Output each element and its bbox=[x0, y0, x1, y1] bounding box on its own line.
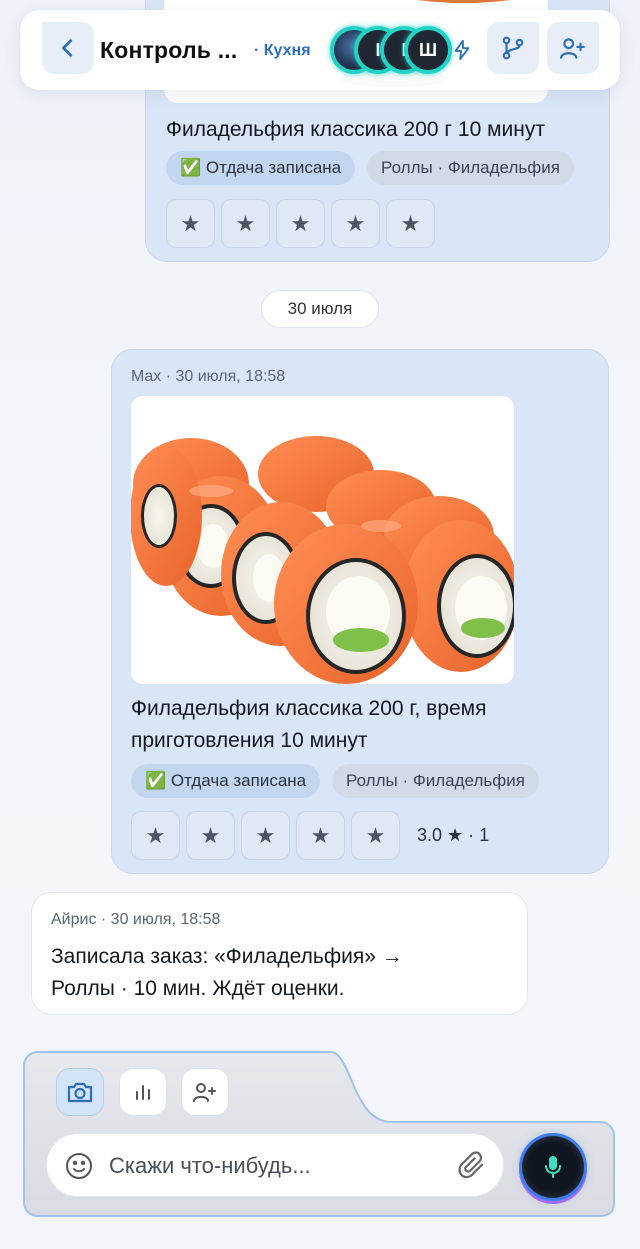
voice-input-button[interactable] bbox=[522, 1136, 584, 1198]
dish-title-line-1: Филадельфия классика 200 г, время bbox=[131, 697, 487, 720]
back-button[interactable] bbox=[42, 22, 94, 74]
branch-button[interactable] bbox=[487, 22, 539, 74]
camera-icon bbox=[67, 1082, 93, 1103]
status-chip: ✅ Отдача записана bbox=[166, 151, 356, 185]
add-user-icon bbox=[560, 38, 585, 59]
dish-title-line-2: приготовления 10 минут bbox=[131, 729, 368, 752]
poll-button[interactable] bbox=[119, 1068, 167, 1116]
microphone-icon bbox=[545, 1156, 561, 1178]
add-user-button[interactable] bbox=[547, 22, 599, 74]
star-button-2[interactable]: ★ bbox=[186, 811, 235, 860]
star-button-4[interactable]: ★ bbox=[296, 811, 345, 860]
star-button-1[interactable]: ★ bbox=[166, 199, 215, 248]
message-text-line-1: Записала заказ: «Филадельфия» → bbox=[51, 945, 403, 968]
dish-title: Филадельфия классика 200 г 10 минут bbox=[166, 118, 545, 141]
star-button-2[interactable]: ★ bbox=[221, 199, 270, 248]
chat-header: Контроль ... · Кухня I I Ш bbox=[20, 10, 620, 90]
star-button-5[interactable]: ★ bbox=[386, 199, 435, 248]
message-input-wrap bbox=[46, 1133, 504, 1197]
emoji-icon[interactable] bbox=[64, 1151, 94, 1181]
status-chip: ✅ Отдача записана bbox=[131, 764, 321, 798]
rating-stars: ★ ★ ★ ★ ★ bbox=[166, 199, 435, 248]
star-button-1[interactable]: ★ bbox=[131, 811, 180, 860]
star-button-4[interactable]: ★ bbox=[331, 199, 380, 248]
paperclip-icon[interactable] bbox=[457, 1150, 487, 1182]
add-user-icon bbox=[193, 1083, 216, 1102]
rating-summary: 3.0 ★ · 1 bbox=[417, 825, 490, 845]
branch-icon bbox=[502, 36, 524, 60]
star-button-3[interactable]: ★ bbox=[276, 199, 325, 248]
category-chip[interactable]: Роллы · Филадельфия bbox=[332, 764, 539, 798]
assistant-message-text: Записала заказ: «Филадельфия» → Роллы · … bbox=[51, 941, 511, 1005]
camera-button[interactable] bbox=[56, 1068, 104, 1116]
chevron-left-icon bbox=[62, 39, 73, 57]
date-separator: 30 июля bbox=[261, 290, 379, 328]
message-meta: Max · 30 июля, 18:58 bbox=[131, 368, 286, 385]
message-meta: Айрис · 30 июля, 18:58 bbox=[51, 911, 221, 928]
star-button-3[interactable]: ★ bbox=[241, 811, 290, 860]
star-button-5[interactable]: ★ bbox=[351, 811, 400, 860]
bolt-icon[interactable] bbox=[451, 38, 473, 62]
message-input[interactable] bbox=[109, 1148, 439, 1184]
assistant-message: Айрис · 30 июля, 18:58 Записала заказ: «… bbox=[31, 892, 528, 1015]
dish-photo[interactable] bbox=[131, 396, 514, 684]
avatar[interactable]: Ш bbox=[404, 26, 452, 74]
category-chip[interactable]: Роллы · Филадельфия bbox=[367, 151, 574, 185]
rating-stars: ★ ★ ★ ★ ★ bbox=[131, 811, 400, 860]
chat-title[interactable]: Контроль ... bbox=[100, 37, 237, 64]
chat-subtitle: · Кухня bbox=[254, 42, 311, 59]
mention-user-button[interactable] bbox=[181, 1068, 229, 1116]
message-text-line-2: Роллы · 10 мин. Ждёт оценки. bbox=[51, 977, 345, 1000]
participant-avatars[interactable]: I I Ш bbox=[330, 26, 452, 74]
message-card: Max · 30 июля, 18:58 Филадельфия классик… bbox=[111, 349, 609, 874]
bar-chart-icon bbox=[136, 1085, 150, 1100]
